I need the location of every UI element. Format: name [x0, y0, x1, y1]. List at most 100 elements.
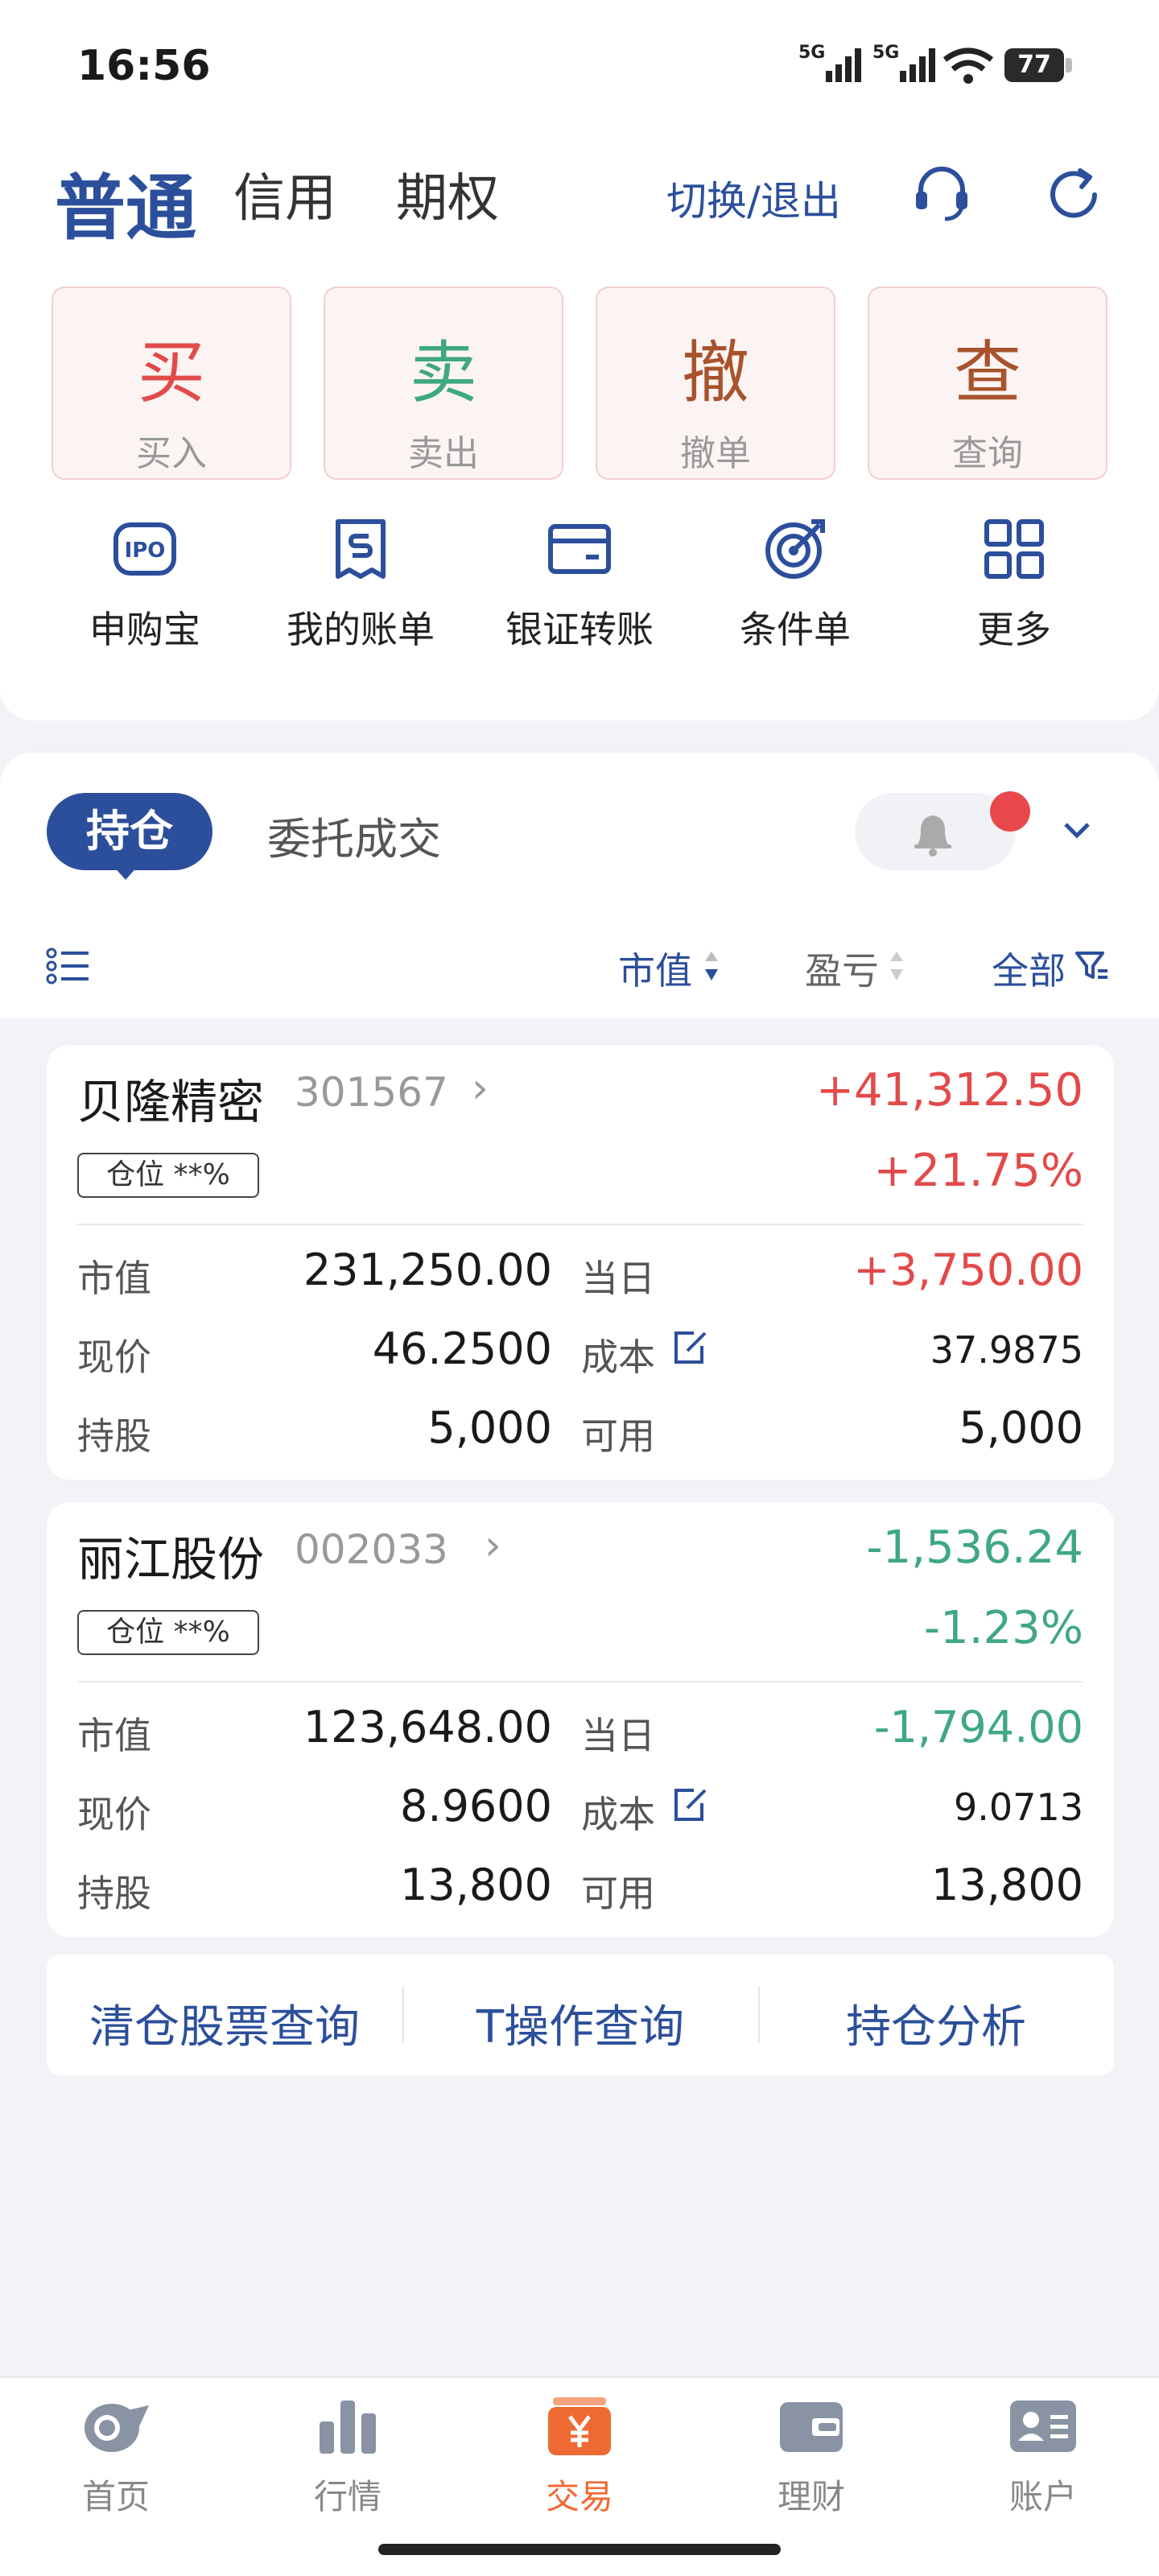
stock-pnl: +41,312.50 — [816, 1064, 1083, 1117]
edit-icon[interactable] — [670, 1328, 710, 1368]
holding-card[interactable]: 贝隆精密 301567 › +41,312.50 仓位 **% +21.75% … — [47, 1045, 1114, 1480]
sort-market-value-label: 市值 — [618, 949, 692, 993]
sell-button[interactable]: 卖 卖出 — [324, 287, 563, 480]
nav-wealth-label: 理财 — [777, 2477, 845, 2516]
edit-icon[interactable] — [670, 1785, 710, 1826]
divider — [77, 1681, 1083, 1682]
tab-credit[interactable]: 信用 — [233, 157, 336, 231]
label-shares: 持股 — [77, 1414, 151, 1458]
label-market-value: 市值 — [77, 1714, 151, 1757]
sell-label: 卖出 — [408, 433, 479, 474]
tab-options[interactable]: 期权 — [396, 157, 499, 231]
shares-available: 13,800 — [931, 1860, 1083, 1910]
chevron-down-icon[interactable] — [1061, 818, 1093, 842]
notification-dot — [990, 791, 1030, 832]
quick-transfer-label: 银证转账 — [505, 608, 654, 651]
stock-pnl-pct: -1.23% — [923, 1602, 1083, 1654]
yuan-icon — [548, 2397, 611, 2455]
tab-normal[interactable]: 普通 — [55, 151, 196, 254]
sort-market-value[interactable]: 市值 — [618, 942, 692, 995]
nav-home-label: 首页 — [81, 2477, 150, 2516]
tab-indicator — [113, 865, 138, 880]
label-available: 可用 — [581, 1872, 655, 1915]
bill-icon — [336, 519, 386, 579]
grid-more-icon — [984, 519, 1044, 579]
label-shares: 持股 — [77, 1872, 151, 1915]
ipo-icon: IPO — [113, 522, 176, 576]
home-indicator — [378, 2544, 781, 2555]
sell-glyph: 卖 — [409, 333, 477, 412]
cancel-label: 撤单 — [680, 433, 751, 474]
position-badge: 仓位 **% — [77, 1610, 259, 1655]
label-available: 可用 — [581, 1414, 655, 1458]
battery-tip — [1066, 58, 1072, 72]
cancel-order-button[interactable]: 撤 撤单 — [596, 287, 835, 480]
stock-name: 贝隆精密 — [77, 1075, 265, 1129]
filter-icon — [1075, 952, 1107, 979]
day-pnl: -1,794.00 — [874, 1702, 1083, 1752]
label-cost: 成本 — [581, 1793, 655, 1836]
shares-held: 5,000 — [427, 1402, 552, 1453]
cost-price: 9.0713 — [954, 1785, 1083, 1829]
quick-my-bill[interactable]: 我的账单 — [264, 515, 457, 654]
card-icon — [548, 524, 611, 574]
nav-wealth[interactable]: 理财 — [731, 2394, 892, 2519]
tab-orders-trades[interactable]: 委托成交 — [267, 803, 441, 867]
holding-links-bar: 清仓股票查询 T操作查询 持仓分析 — [47, 1955, 1114, 2075]
current-price: 46.2500 — [372, 1323, 552, 1374]
buy-glyph: 买 — [137, 333, 205, 412]
nav-home[interactable]: 首页 — [35, 2394, 196, 2519]
buy-label: 买入 — [136, 433, 207, 474]
id-card-icon — [1010, 2401, 1076, 2452]
buy-button[interactable]: 买 买入 — [52, 287, 291, 480]
sort-neutral-icon — [890, 952, 903, 980]
wallet-icon — [780, 2402, 843, 2452]
quick-ipo[interactable]: IPO 申购宝 — [48, 515, 241, 654]
customer-service-icon[interactable] — [909, 161, 974, 225]
quick-condition-label: 条件单 — [740, 608, 851, 651]
sort-profit-label: 盈亏 — [805, 949, 879, 993]
quick-condition-order[interactable]: 条件单 — [699, 515, 892, 654]
sort-profit[interactable]: 盈亏 — [805, 942, 879, 995]
quick-bank-transfer[interactable]: 银证转账 — [483, 515, 676, 654]
battery-icon: 77 — [1004, 48, 1064, 82]
filter-all[interactable]: 全部 — [992, 942, 1066, 995]
home-icon — [85, 2404, 149, 2452]
chevron-right-icon: › — [485, 1521, 501, 1570]
holding-card[interactable]: 丽江股份 002033 › -1,536.24 仓位 **% -1.23% 市值… — [47, 1502, 1114, 1937]
nav-account[interactable]: 账户 — [963, 2394, 1124, 2519]
cleared-stocks-link[interactable]: 清仓股票查询 — [47, 1991, 402, 2056]
shares-held: 13,800 — [400, 1860, 552, 1910]
network-label-2: 5G — [872, 43, 899, 63]
t-operation-link[interactable]: T操作查询 — [402, 1991, 758, 2056]
stock-name: 丽江股份 — [77, 1532, 265, 1587]
signal-5g-icon-2: 5G — [872, 43, 935, 82]
quick-more-label: 更多 — [977, 608, 1051, 651]
nav-market-label: 行情 — [313, 2477, 382, 2516]
label-market-value: 市值 — [77, 1257, 151, 1300]
stock-pnl: -1,536.24 — [866, 1521, 1083, 1574]
signal-5g-icon: 5G — [798, 43, 861, 82]
bell-icon — [914, 815, 951, 857]
switch-logout-link[interactable]: 切换/退出 — [666, 169, 841, 227]
refresh-icon[interactable] — [1043, 164, 1104, 225]
status-time: 16:56 — [77, 42, 211, 90]
query-button[interactable]: 查 查询 — [868, 287, 1107, 480]
nav-market[interactable]: 行情 — [267, 2394, 428, 2519]
network-label-1: 5G — [798, 43, 825, 63]
quick-more[interactable]: 更多 — [918, 515, 1111, 654]
nav-trade[interactable]: 交易 — [499, 2394, 660, 2519]
stock-code: 301567 — [295, 1069, 448, 1116]
current-price: 8.9600 — [400, 1781, 552, 1831]
label-day-pnl: 当日 — [581, 1714, 655, 1757]
shares-available: 5,000 — [959, 1402, 1083, 1453]
market-value: 123,648.00 — [303, 1702, 552, 1752]
holding-analysis-link[interactable]: 持仓分析 — [758, 1991, 1114, 2056]
nav-trade-label: 交易 — [545, 2477, 613, 2516]
list-view-icon[interactable] — [45, 947, 92, 985]
query-glyph: 查 — [953, 333, 1021, 412]
cancel-glyph: 撤 — [681, 333, 749, 412]
tab-holdings[interactable]: 持仓 — [47, 793, 212, 870]
sort-desc-icon — [705, 952, 718, 980]
day-pnl: +3,750.00 — [853, 1245, 1083, 1295]
